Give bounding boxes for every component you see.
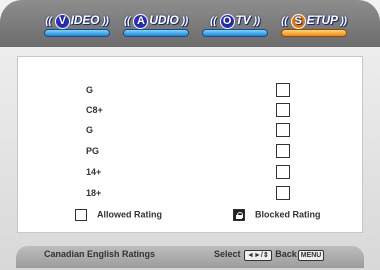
tab-audio-label: (( A UDIO )) [123, 13, 188, 29]
video-badge-icon: V [54, 14, 70, 29]
legend-blocked: Blocked Rating [233, 209, 321, 225]
back-label: Back [275, 249, 297, 259]
lock-icon [233, 209, 245, 221]
rating-label: 14+ [86, 167, 102, 177]
tab-setup-label: (( S ETUP )) [281, 13, 347, 29]
rating-label: PG [86, 146, 100, 156]
rating-label: 18+ [86, 188, 102, 198]
menu-tab-bar: (( V IDEO )) (( A UDIO )) (( O TV )) (( S ET… [0, 0, 380, 47]
rating-row[interactable]: C8+ [18, 102, 364, 122]
arrow-keys-icon: ◄►/⇕ [244, 250, 272, 261]
rating-checkbox[interactable] [276, 123, 290, 137]
rating-row[interactable]: 14+ [18, 164, 364, 184]
rating-row[interactable]: PG [18, 143, 364, 163]
tv-badge-icon: O [219, 14, 235, 29]
rating-row[interactable]: G [18, 122, 364, 142]
rating-checkbox[interactable] [276, 165, 290, 179]
tab-video-label: (( V IDEO )) [45, 13, 109, 29]
signal-waves-icon: )) [253, 16, 260, 27]
tab-setup[interactable]: (( S ETUP )) [275, 9, 353, 39]
tab-indicator [281, 29, 347, 37]
rating-label: C8+ [86, 105, 103, 115]
signal-waves-icon: (( [45, 16, 52, 27]
signal-waves-icon: )) [181, 16, 188, 27]
select-label: Select [214, 249, 241, 259]
menu-key-icon: MENU [297, 250, 325, 261]
signal-waves-icon: (( [210, 16, 217, 27]
tab-tv-label: (( O TV )) [210, 13, 260, 29]
tab-video[interactable]: (( V IDEO )) [38, 9, 116, 39]
signal-waves-icon: )) [102, 16, 109, 27]
rating-row[interactable]: G [18, 82, 364, 102]
signal-waves-icon: (( [281, 16, 288, 27]
setup-badge-icon: S [290, 14, 306, 29]
signal-waves-icon: (( [123, 16, 131, 27]
rating-checkbox[interactable] [276, 83, 290, 97]
legend-allowed: Allowed Rating [75, 209, 162, 225]
page-title: Canadian English Ratings [44, 249, 156, 259]
legend-allowed-label: Allowed Rating [97, 209, 162, 220]
audio-badge-icon: A [133, 14, 149, 29]
tab-indicator [123, 29, 189, 37]
tab-indicator [202, 29, 268, 37]
ratings-panel: G C8+ G PG 14+ 18+ Allowed Rating Blocke… [17, 56, 363, 233]
unlocked-box-icon [75, 209, 87, 221]
signal-waves-icon: )) [340, 16, 347, 27]
tab-audio[interactable]: (( A UDIO )) [117, 9, 195, 39]
tab-indicator [44, 29, 110, 37]
rating-checkbox[interactable] [276, 103, 290, 117]
tab-tv[interactable]: (( O TV )) [196, 9, 274, 39]
key-help: Select ◄►/⇕ Back MENU [214, 249, 325, 261]
rating-label: G [86, 85, 94, 95]
rating-checkbox[interactable] [276, 186, 290, 200]
rating-checkbox[interactable] [276, 144, 290, 158]
legend-blocked-label: Blocked Rating [255, 209, 321, 220]
rating-row[interactable]: 18+ [18, 185, 364, 205]
rating-label: G [86, 125, 94, 135]
